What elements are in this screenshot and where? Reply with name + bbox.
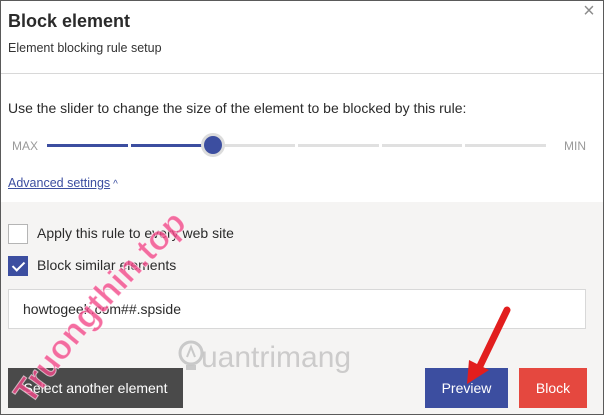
block-similar-checkbox[interactable] [8,256,28,276]
red-arrow-icon [467,306,511,384]
advanced-settings-label: Advanced settings [8,176,111,190]
close-icon[interactable]: × [579,1,599,21]
apply-every-site-label: Apply this rule to every web site [37,225,234,241]
slider-segment[interactable] [47,144,128,147]
chevron-up-icon: ^ [113,179,118,190]
dialog-title: Block element [8,11,131,31]
slider-segment[interactable] [465,144,546,147]
slider-description: Use the slider to change the size of the… [8,100,467,116]
slider-max-label: MAX [12,139,39,153]
slider-segment[interactable] [381,144,463,147]
select-another-element-button[interactable]: Select another element [8,368,183,408]
block-button[interactable]: Block [519,368,587,408]
block-element-dialog: Block element Element blocking rule setu… [0,0,604,415]
slider-segment[interactable] [298,144,379,147]
dialog-subtitle: Element blocking rule setup [8,41,162,55]
apply-every-site-checkbox[interactable] [8,224,28,244]
watermark-brand-text: uantrimang [201,341,352,374]
element-size-slider[interactable] [47,136,546,156]
slider-thumb[interactable] [203,136,222,154]
header-divider [1,73,603,74]
dialog-header: Block element Element blocking rule setu… [1,1,603,73]
block-similar-label: Block similar elements [37,257,177,273]
slider-segment[interactable] [214,144,295,147]
advanced-settings-link[interactable]: Advanced settings ^ [8,176,118,190]
slider-min-label: MIN [564,139,586,153]
slider-segment[interactable] [130,144,212,147]
